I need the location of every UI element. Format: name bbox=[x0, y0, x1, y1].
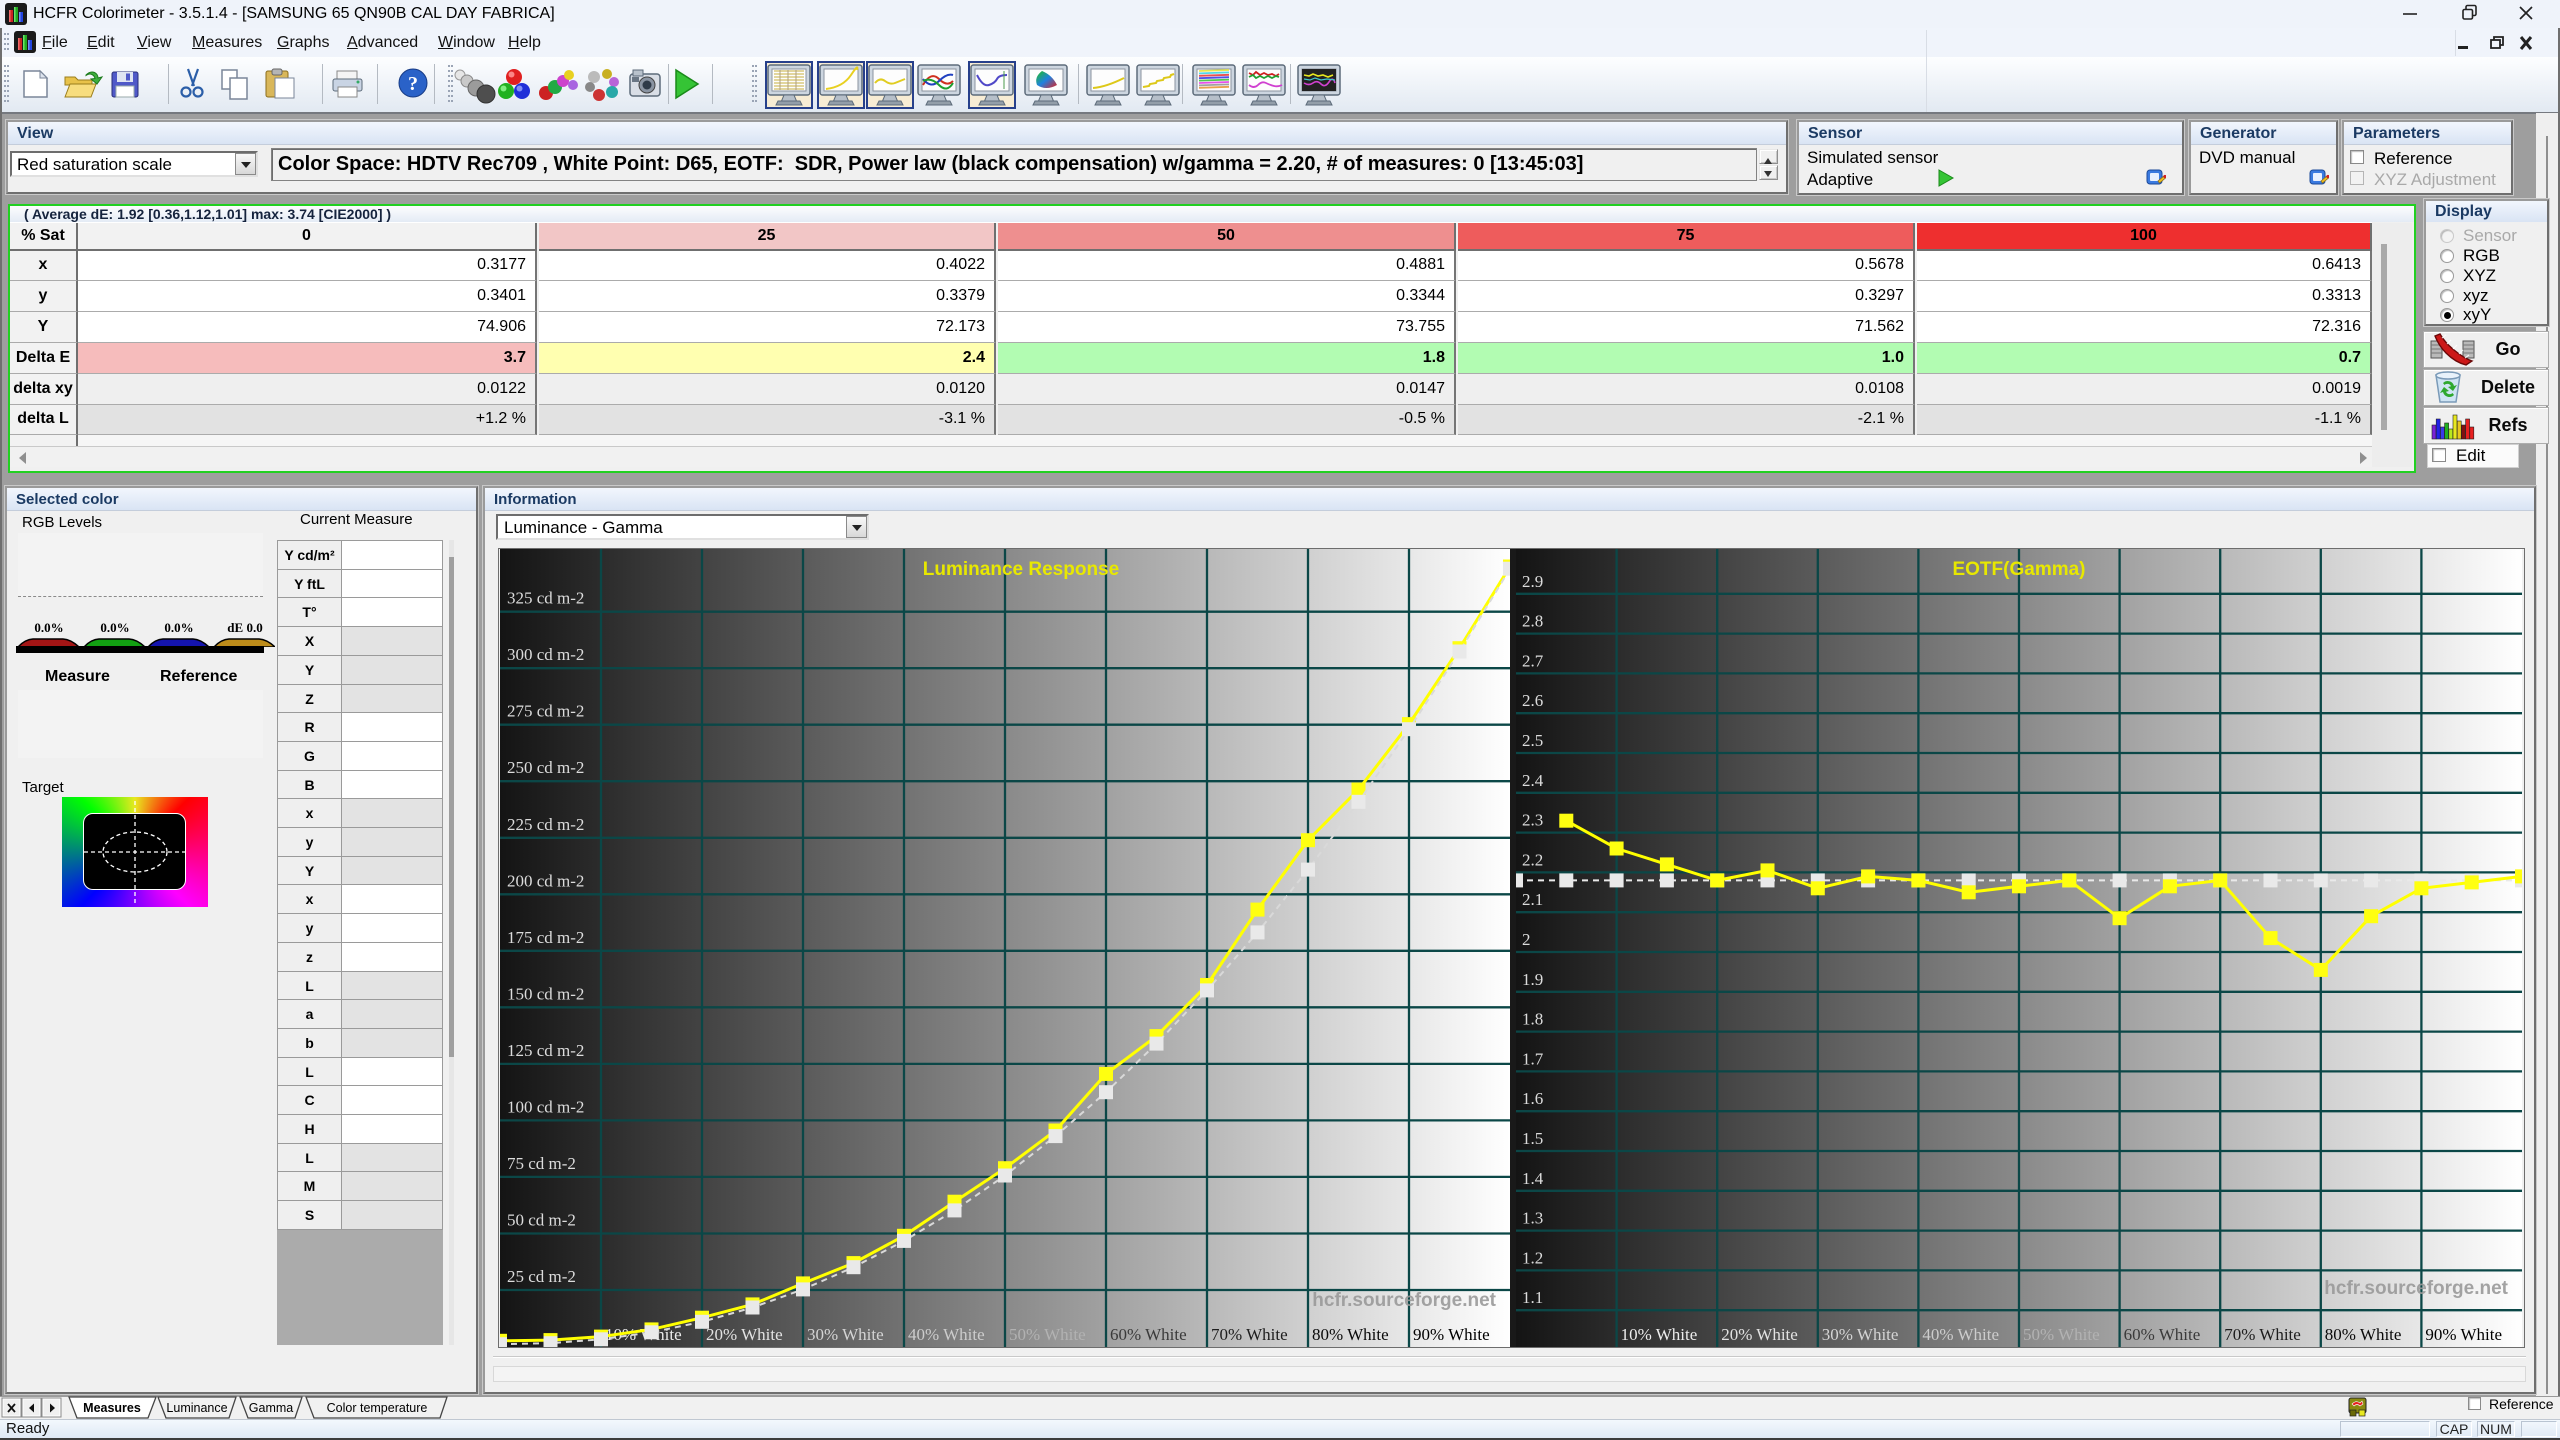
svg-text:Luminance Response: Luminance Response bbox=[923, 559, 1119, 580]
svg-text:40% White: 40% White bbox=[1922, 1325, 1999, 1344]
svg-text:70% White: 70% White bbox=[1211, 1325, 1288, 1344]
svg-text:50 cd m-2: 50 cd m-2 bbox=[507, 1211, 576, 1230]
svg-text:25 cd m-2: 25 cd m-2 bbox=[507, 1267, 576, 1286]
svg-text:Luminance: Luminance bbox=[166, 1401, 227, 1415]
svg-text:2.5: 2.5 bbox=[1522, 731, 1543, 750]
svg-text:2.7: 2.7 bbox=[1522, 651, 1544, 670]
svg-text:1.4: 1.4 bbox=[1522, 1169, 1544, 1188]
svg-text:EOTF(Gamma): EOTF(Gamma) bbox=[1952, 559, 2085, 580]
svg-text:80% White: 80% White bbox=[1312, 1325, 1389, 1344]
svg-text:1.6: 1.6 bbox=[1522, 1089, 1543, 1108]
svg-text:300 cd m-2: 300 cd m-2 bbox=[507, 645, 584, 664]
svg-text:1.5: 1.5 bbox=[1522, 1129, 1543, 1148]
svg-text:30% White: 30% White bbox=[1822, 1325, 1899, 1344]
svg-text:250 cd m-2: 250 cd m-2 bbox=[507, 758, 584, 777]
svg-text:Gamma: Gamma bbox=[249, 1401, 294, 1415]
svg-text:175 cd m-2: 175 cd m-2 bbox=[507, 928, 584, 947]
svg-text:225 cd m-2: 225 cd m-2 bbox=[507, 815, 584, 834]
svg-text:75 cd m-2: 75 cd m-2 bbox=[507, 1154, 576, 1173]
svg-text:hcfr.sourceforge.net: hcfr.sourceforge.net bbox=[2324, 1278, 2508, 1299]
svg-text:1.9: 1.9 bbox=[1522, 970, 1543, 989]
svg-text:150 cd m-2: 150 cd m-2 bbox=[507, 984, 584, 1003]
svg-text:200 cd m-2: 200 cd m-2 bbox=[507, 871, 584, 890]
svg-text:2: 2 bbox=[1522, 930, 1531, 949]
svg-text:80% White: 80% White bbox=[2325, 1325, 2402, 1344]
svg-text:1.7: 1.7 bbox=[1522, 1049, 1544, 1068]
svg-text:10% White: 10% White bbox=[1621, 1325, 1698, 1344]
svg-text:100 cd m-2: 100 cd m-2 bbox=[507, 1097, 584, 1116]
svg-text:2.3: 2.3 bbox=[1522, 811, 1543, 830]
svg-text:20% White: 20% White bbox=[706, 1325, 783, 1344]
svg-text:2.6: 2.6 bbox=[1522, 691, 1543, 710]
svg-text:2.1: 2.1 bbox=[1522, 890, 1543, 909]
svg-text:50% White: 50% White bbox=[1009, 1325, 1086, 1344]
svg-text:2.2: 2.2 bbox=[1522, 850, 1543, 869]
svg-text:2.4: 2.4 bbox=[1522, 771, 1544, 790]
svg-text:2.8: 2.8 bbox=[1522, 612, 1543, 631]
svg-text:40% White: 40% White bbox=[908, 1325, 985, 1344]
svg-text:60% White: 60% White bbox=[2124, 1325, 2201, 1344]
svg-text:Measures: Measures bbox=[83, 1401, 141, 1415]
svg-text:325 cd m-2: 325 cd m-2 bbox=[507, 589, 584, 608]
svg-text:1.1: 1.1 bbox=[1522, 1288, 1543, 1307]
svg-text:1.2: 1.2 bbox=[1522, 1248, 1543, 1267]
svg-text:60% White: 60% White bbox=[1110, 1325, 1187, 1344]
svg-text:1.8: 1.8 bbox=[1522, 1010, 1543, 1029]
svg-text:275 cd m-2: 275 cd m-2 bbox=[507, 702, 584, 721]
svg-text:hcfr.sourceforge.net: hcfr.sourceforge.net bbox=[1312, 1290, 1496, 1311]
svg-text:125 cd m-2: 125 cd m-2 bbox=[507, 1041, 584, 1060]
svg-text:20% White: 20% White bbox=[1721, 1325, 1798, 1344]
svg-text:50% White: 50% White bbox=[2023, 1325, 2100, 1344]
svg-text:90% White: 90% White bbox=[2425, 1325, 2502, 1344]
svg-text:Color temperature: Color temperature bbox=[327, 1401, 428, 1415]
svg-text:90% White: 90% White bbox=[1413, 1325, 1490, 1344]
svg-text:?: ? bbox=[408, 73, 418, 95]
svg-text:2.9: 2.9 bbox=[1522, 572, 1543, 591]
svg-text:70% White: 70% White bbox=[2224, 1325, 2301, 1344]
svg-text:30% White: 30% White bbox=[807, 1325, 884, 1344]
svg-text:1.3: 1.3 bbox=[1522, 1209, 1543, 1228]
